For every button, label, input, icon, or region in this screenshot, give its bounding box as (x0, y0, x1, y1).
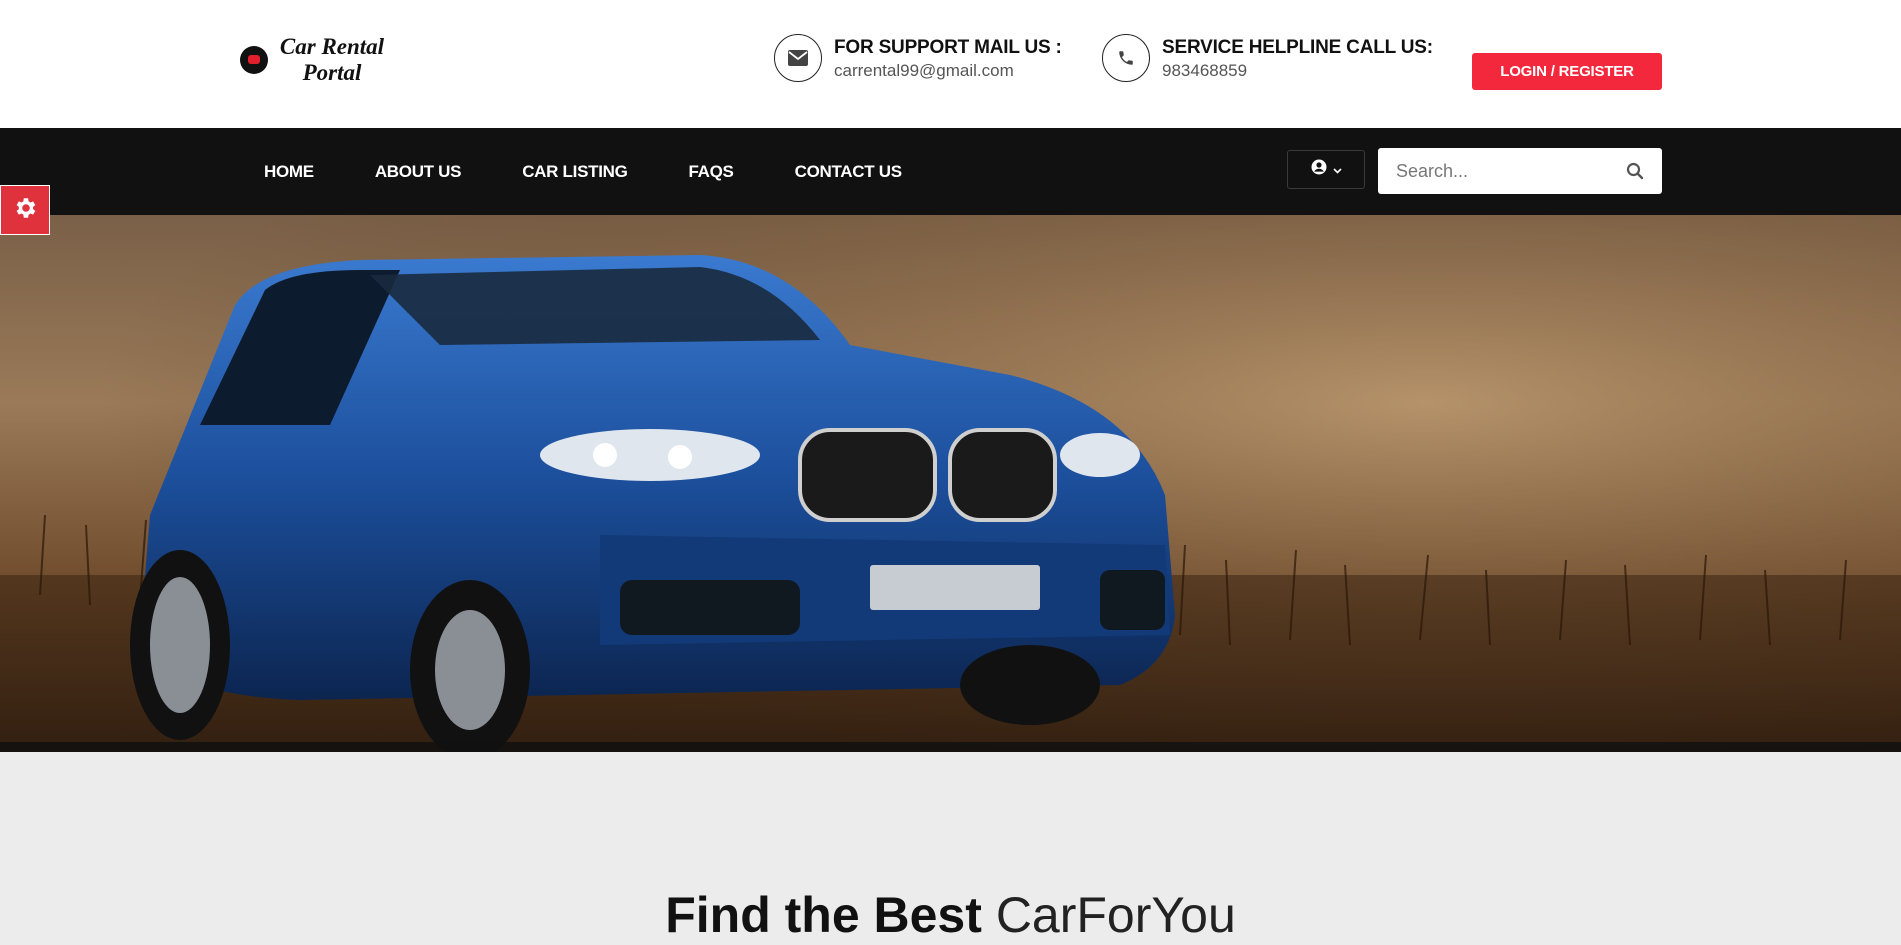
brand-name-line1: Car Rental (279, 34, 385, 59)
nav-item-about-us[interactable]: ABOUT US (375, 162, 462, 182)
top-header: Car Rental Portal FOR SUPPORT MAIL US : … (0, 0, 1901, 128)
search-box (1378, 148, 1662, 194)
section-headline: Find the Best CarForYou (0, 885, 1901, 945)
hero-car-image (0, 215, 1901, 752)
support-mail-title: FOR SUPPORT MAIL US : (834, 37, 1062, 58)
nav-item-faqs[interactable]: FAQS (689, 162, 734, 182)
car-logo-icon (240, 46, 268, 74)
support-mail-block: FOR SUPPORT MAIL US : carrental99@gmail.… (774, 34, 1062, 82)
user-menu-dropdown[interactable] (1287, 150, 1365, 189)
gear-icon (12, 195, 38, 226)
nav-item-car-listing[interactable]: CAR LISTING (522, 162, 628, 182)
main-navbar: HOME ABOUT US CAR LISTING FAQS CONTACT U… (0, 128, 1901, 215)
search-icon[interactable] (1626, 162, 1644, 180)
user-circle-icon (1311, 159, 1327, 180)
site-logo[interactable]: Car Rental Portal (240, 34, 392, 86)
settings-toggle-button[interactable] (0, 185, 50, 235)
headline-light: CarForYou (995, 887, 1236, 943)
login-register-button[interactable]: LOGIN / REGISTER (1472, 53, 1662, 90)
support-mail-address[interactable]: carrental99@gmail.com (834, 60, 1062, 82)
helpline-block: SERVICE HELPLINE CALL US: 983468859 (1102, 34, 1433, 82)
envelope-icon (774, 34, 822, 82)
hero-banner (0, 215, 1901, 752)
helpline-number[interactable]: 983468859 (1162, 60, 1433, 82)
nav-item-contact-us[interactable]: CONTACT US (795, 162, 902, 182)
search-input[interactable] (1378, 148, 1618, 194)
nav-item-home[interactable]: HOME (264, 162, 314, 182)
phone-icon (1102, 34, 1150, 82)
headline-bold: Find the Best (665, 887, 982, 943)
brand-name-line2: Portal (302, 60, 362, 85)
nav-menu: HOME ABOUT US CAR LISTING FAQS CONTACT U… (264, 128, 963, 215)
chevron-down-icon (1332, 161, 1342, 179)
helpline-title: SERVICE HELPLINE CALL US: (1162, 37, 1433, 58)
